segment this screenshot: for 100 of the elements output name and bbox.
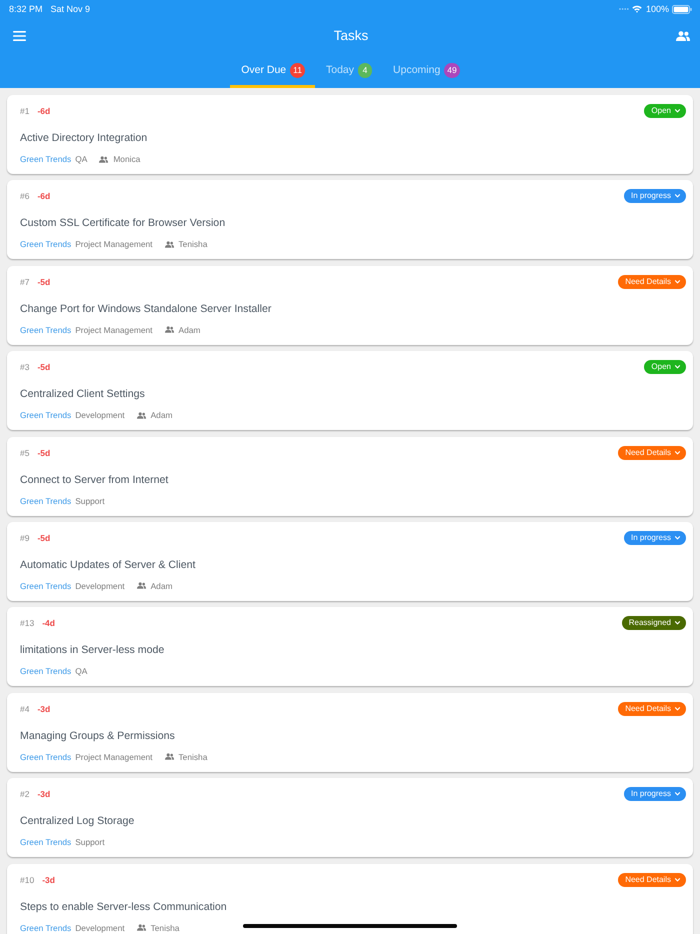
- category-label: Development: [75, 409, 125, 422]
- category-label: Project Management: [75, 238, 152, 250]
- category-label: Support: [75, 494, 105, 507]
- task-card[interactable]: #7 -5d Need Details Change Port for Windows Standalone Server Installer Green Trends Project Management Adam: [7, 266, 693, 345]
- task-number: #13: [20, 617, 34, 630]
- project-link[interactable]: Green Trends: [20, 238, 72, 250]
- project-link[interactable]: Green Trends: [20, 409, 72, 422]
- task-number: #9: [20, 532, 30, 545]
- overdue-days: -4d: [42, 616, 55, 630]
- chevron-down-icon: [675, 365, 680, 370]
- overdue-days: -3d: [37, 787, 50, 802]
- project-link[interactable]: Green Trends: [20, 324, 72, 336]
- battery-icon: [672, 4, 692, 14]
- task-title: Managing Groups & Permissions: [20, 728, 176, 743]
- category-label: Project Management: [75, 750, 152, 763]
- assignee-name: Tenisha: [178, 750, 208, 763]
- task-card[interactable]: #2 -3d In progress Centralized Log Storage Green Trends Support: [7, 778, 693, 858]
- status-time: 8:32 PM: [9, 3, 43, 16]
- status-dropdown[interactable]: Need Details: [618, 446, 686, 460]
- status-dropdown[interactable]: Need Details: [618, 702, 686, 716]
- task-number: #2: [20, 788, 30, 802]
- status-dropdown[interactable]: Reassigned: [622, 616, 686, 630]
- overdue-days: -6d: [37, 104, 50, 118]
- task-card[interactable]: #6 -6d In progress Custom SSL Certificate for Browser Version Green Trends Project Management Tenisha: [7, 180, 693, 260]
- task-number: #3: [20, 361, 30, 374]
- assignee-name: Monica: [113, 153, 140, 165]
- status-dropdown[interactable]: Open: [644, 360, 686, 374]
- task-card[interactable]: #9 -5d In progress Automatic Updates of Server & Client Green Trends Development Adam: [7, 522, 693, 601]
- task-number: #7: [20, 276, 30, 289]
- overdue-days: -5d: [37, 446, 50, 460]
- tab[interactable]: Upcoming 49: [382, 54, 470, 88]
- category-label: Project Management: [75, 324, 152, 336]
- assignee-name: Tenisha: [178, 238, 208, 250]
- chevron-down-icon: [675, 706, 680, 711]
- people-icon[interactable]: [676, 31, 690, 41]
- status-dropdown[interactable]: Open: [644, 104, 686, 118]
- category-label: Development: [75, 580, 125, 592]
- category-label: QA: [75, 153, 88, 165]
- task-number: #5: [20, 446, 30, 460]
- category-label: Support: [75, 836, 105, 848]
- category-label: Development: [75, 922, 125, 934]
- tab[interactable]: Over Due 11: [230, 54, 315, 88]
- status-dropdown[interactable]: Need Details: [618, 872, 686, 887]
- task-card[interactable]: #1 -6d Open Active Directory Integration Green Trends QA Monica: [7, 95, 693, 174]
- people-icon: [164, 753, 174, 760]
- overdue-days: -5d: [37, 360, 50, 374]
- status-dropdown[interactable]: In progress: [624, 530, 686, 545]
- task-card[interactable]: #10 -3d Need Details Steps to enable Server-less Communication Green Trends Development Tenisha: [7, 864, 693, 934]
- status-date: Sat Nov 9: [50, 3, 90, 16]
- task-number: #10: [20, 874, 34, 887]
- battery-percent: 100%: [646, 3, 669, 16]
- status-dropdown[interactable]: In progress: [624, 787, 686, 802]
- page-title: Tasks: [334, 26, 368, 45]
- chevron-down-icon: [675, 194, 680, 198]
- project-link[interactable]: Green Trends: [20, 494, 72, 507]
- status-dropdown[interactable]: Need Details: [618, 274, 686, 289]
- chevron-down-icon: [675, 109, 680, 113]
- project-link[interactable]: Green Trends: [20, 580, 72, 592]
- people-icon: [164, 240, 174, 248]
- people-icon: [136, 412, 146, 419]
- task-card[interactable]: #3 -5d Open Centralized Client Settings Green Trends Development Adam: [7, 351, 693, 430]
- project-link[interactable]: Green Trends: [20, 665, 72, 678]
- menu-icon[interactable]: [13, 31, 26, 41]
- people-icon: [99, 156, 108, 162]
- overdue-days: -6d: [37, 189, 50, 204]
- overdue-days: -5d: [37, 274, 50, 289]
- task-title: Steps to enable Server-less Communication: [20, 900, 228, 914]
- assignee-name: Adam: [178, 324, 200, 336]
- overdue-days: -3d: [42, 872, 55, 887]
- task-title: Connect to Server from Internet: [20, 472, 170, 487]
- project-link[interactable]: Green Trends: [20, 153, 72, 165]
- task-number: #4: [20, 702, 30, 716]
- task-card[interactable]: #4 -3d Need Details Managing Groups & Permissions Green Trends Project Management Tenisha: [7, 692, 693, 772]
- project-link[interactable]: Green Trends: [20, 750, 72, 763]
- wifi-icon: [632, 5, 642, 13]
- assignee-name: Adam: [150, 580, 172, 592]
- project-link[interactable]: Green Trends: [20, 836, 72, 848]
- tab[interactable]: Today 4: [314, 54, 382, 88]
- overdue-days: -3d: [37, 702, 50, 716]
- task-title: Centralized Log Storage: [20, 814, 136, 828]
- task-number: #6: [20, 190, 30, 204]
- chevron-down-icon: [675, 536, 680, 540]
- chevron-down-icon: [675, 450, 680, 455]
- task-card[interactable]: #5 -5d Need Details Connect to Server from Internet Green Trends Support: [7, 436, 693, 516]
- people-icon: [136, 924, 146, 932]
- chevron-down-icon: [675, 621, 680, 626]
- people-icon: [136, 582, 146, 590]
- task-card[interactable]: #13 -4d Reassigned limitations in Server-less mode Green Trends QA: [7, 607, 693, 686]
- category-label: QA: [75, 665, 88, 678]
- people-icon: [164, 326, 174, 334]
- task-title: Change Port for Windows Standalone Server Installer: [20, 302, 272, 316]
- assignee-name: Tenisha: [150, 922, 180, 934]
- count-badge: 4: [358, 62, 372, 78]
- task-number: #1: [20, 105, 30, 118]
- task-title: Centralized Client Settings: [20, 387, 146, 402]
- project-link[interactable]: Green Trends: [20, 922, 72, 934]
- status-dropdown[interactable]: In progress: [624, 189, 686, 204]
- task-title: limitations in Server-less mode: [20, 643, 166, 658]
- chevron-down-icon: [675, 878, 680, 882]
- count-badge: 49: [444, 62, 460, 78]
